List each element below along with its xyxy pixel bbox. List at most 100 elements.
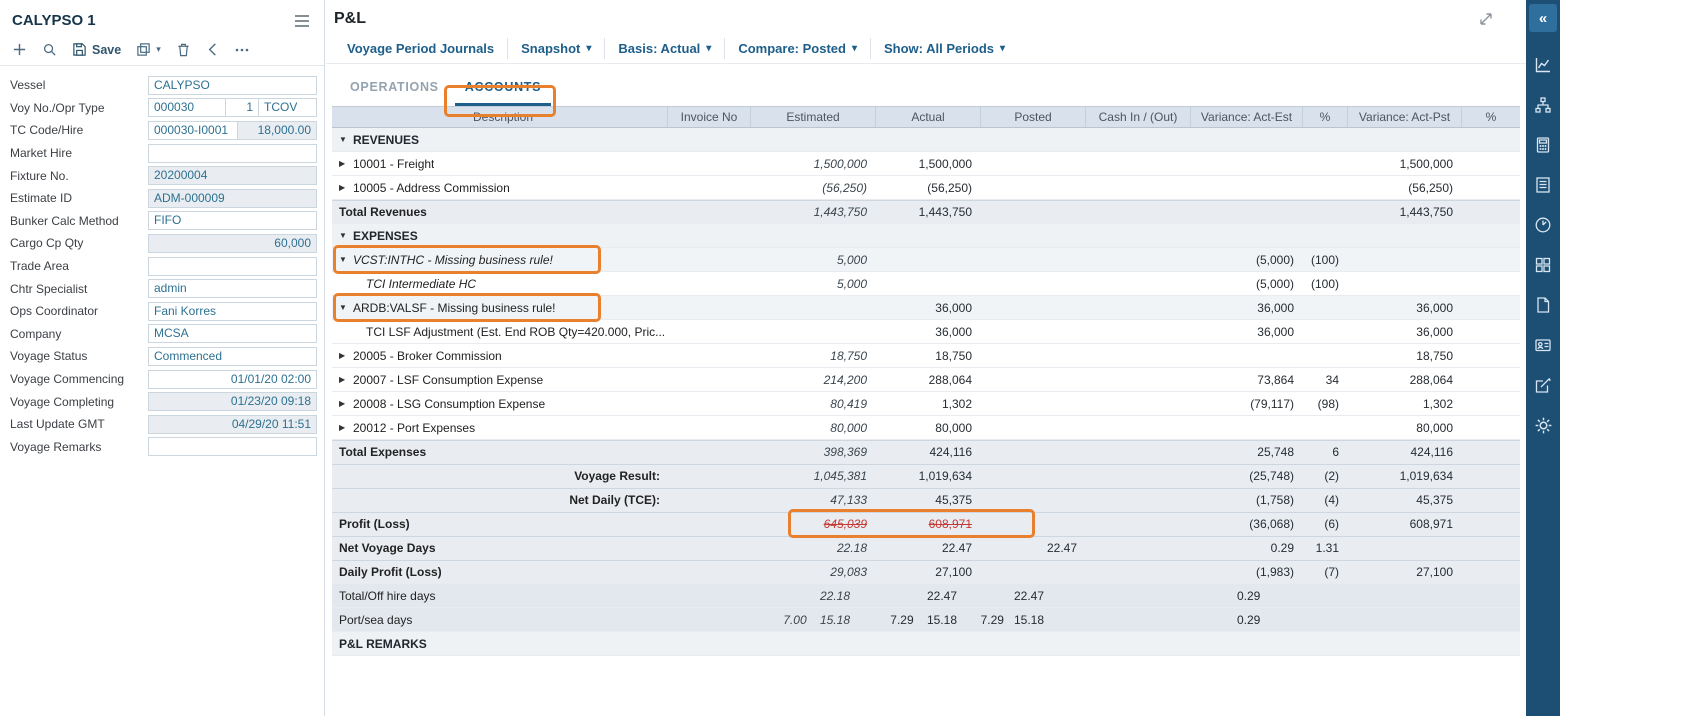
field-input-voyage-remarks[interactable] — [148, 437, 317, 456]
field-input-estimate-id[interactable]: ADM-000009 — [148, 189, 317, 208]
sidebar-compose-note-button[interactable] — [1530, 372, 1556, 398]
collapse-arrow-icon[interactable]: ▼ — [339, 303, 349, 312]
cell-pae — [1303, 344, 1348, 367]
field-input-vessel[interactable]: CALYPSO — [148, 76, 317, 95]
collapse-arrow-icon[interactable]: ▼ — [339, 255, 349, 264]
expand-arrow-icon[interactable]: ▶ — [339, 375, 349, 384]
sidebar-calculator-button[interactable] — [1530, 132, 1556, 158]
field-input-company[interactable]: MCSA — [148, 324, 317, 343]
cell-pap — [1462, 608, 1520, 631]
row-ardb-valsf-missing-business-rule[interactable]: ▼ARDB:VALSF - Missing business rule!36,0… — [332, 296, 1520, 320]
add-button[interactable] — [10, 40, 29, 59]
cell-est: 7.00 15.18 — [751, 608, 876, 631]
cell-post — [981, 201, 1086, 223]
field-input-tc-code-hire-2[interactable]: 18,000.00 — [237, 121, 317, 140]
toolbar-snapshot[interactable]: Snapshot▾ — [508, 38, 605, 59]
expand-arrow-icon[interactable]: ▶ — [339, 423, 349, 432]
field-input-chtr-specialist[interactable]: admin — [148, 279, 317, 298]
expand-arrow-icon[interactable]: ▶ — [339, 399, 349, 408]
field-input-voyage-completing[interactable]: 01/23/20 09:18 — [148, 392, 317, 411]
toolbar-compare-posted[interactable]: Compare: Posted▾ — [725, 38, 871, 59]
toolbar-voyage-period-journals[interactable]: Voyage Period Journals — [334, 38, 508, 59]
field-input-voyage-status[interactable]: Commenced — [148, 347, 317, 366]
more-button[interactable] — [232, 45, 252, 55]
cell-inv — [668, 513, 751, 535]
popout-button[interactable] — [1472, 10, 1500, 28]
field-input-voyage-commencing[interactable]: 01/01/20 02:00 — [148, 370, 317, 389]
sidebar-hierarchy-button[interactable] — [1530, 92, 1556, 118]
cell-pae: (6) — [1303, 513, 1348, 535]
sidebar-settings-gear-button[interactable] — [1530, 412, 1556, 438]
cell-vap — [1348, 632, 1462, 655]
search-button[interactable] — [40, 40, 59, 59]
sidebar-journals-list-button[interactable] — [1530, 172, 1556, 198]
sidebar-document-button[interactable] — [1530, 292, 1556, 318]
collapse-arrow-icon[interactable]: ▼ — [339, 135, 349, 144]
field-input-voy-no-opr-type-3[interactable]: TCOV — [258, 98, 317, 117]
cell-description: Net Daily (TCE): — [332, 489, 668, 511]
copy-button[interactable]: ▾ — [134, 40, 163, 59]
field-input-bunker-calc-method[interactable]: FIFO — [148, 211, 317, 230]
row-10001-freight[interactable]: ▶10001 - Freight1,500,0001,500,0001,500,… — [332, 152, 1520, 176]
back-button[interactable] — [204, 40, 221, 59]
field-input-last-update-gmt[interactable]: 04/29/20 11:51 — [148, 415, 317, 434]
cell-est: 5,000 — [751, 272, 876, 295]
cell-vae — [1191, 128, 1303, 151]
row-10005-address-commission[interactable]: ▶10005 - Address Commission(56,250)(56,2… — [332, 176, 1520, 200]
field-input-market-hire[interactable] — [148, 144, 317, 163]
sidebar-contact-card-button[interactable] — [1530, 332, 1556, 358]
field-input-cargo-cp-qty[interactable]: 60,000 — [148, 234, 317, 253]
expand-arrow-icon[interactable]: ▶ — [339, 351, 349, 360]
row-profit-loss: Profit (Loss)645,039608,971(36,068)(6)60… — [332, 512, 1520, 536]
row-tci-lsf-adjustment-est-end-rob-qty-420-000-pric[interactable]: TCI LSF Adjustment (Est. End ROB Qty=420… — [332, 320, 1520, 344]
cell-post — [981, 224, 1086, 247]
cell-description: Daily Profit (Loss) — [332, 561, 668, 583]
expand-arrow-icon[interactable]: ▶ — [339, 183, 349, 192]
gauge-icon — [1534, 216, 1552, 234]
field-row-cargo-cp-qty: Cargo Cp Qty60,000 — [10, 232, 317, 255]
field-input-trade-area[interactable] — [148, 257, 317, 276]
plus-icon — [12, 42, 27, 57]
journals-list-icon — [1534, 176, 1552, 194]
toolbar-show-all-periods[interactable]: Show: All Periods▾ — [871, 38, 1018, 59]
cell-est: 1,045,381 — [751, 465, 876, 487]
field-label-cargo-cp-qty: Cargo Cp Qty — [10, 236, 148, 250]
row-tci-intermediate-hc[interactable]: TCI Intermediate HC5,000(5,000)(100) — [332, 272, 1520, 296]
collapse-arrow-icon[interactable]: ▼ — [339, 231, 349, 240]
delete-button[interactable] — [174, 40, 193, 59]
sidebar-modules-grid-button[interactable] — [1530, 252, 1556, 278]
cell-inv — [668, 368, 751, 391]
field-input-voy-no-opr-type-2[interactable]: 1 — [225, 98, 259, 117]
expand-arrow-icon[interactable]: ▶ — [339, 159, 349, 168]
field-cells: Fani Korres — [148, 302, 317, 321]
row-20005-broker-commission[interactable]: ▶20005 - Broker Commission18,75018,75018… — [332, 344, 1520, 368]
field-input-fixture-no[interactable]: 20200004 — [148, 166, 317, 185]
row-vcst-inthc-missing-business-rule[interactable]: ▼VCST:INTHC - Missing business rule!5,00… — [332, 248, 1520, 272]
field-row-vessel: VesselCALYPSO — [10, 74, 317, 97]
toolbar-basis-actual[interactable]: Basis: Actual▾ — [605, 38, 725, 59]
field-label-voyage-completing: Voyage Completing — [10, 395, 148, 409]
menu-button[interactable] — [292, 12, 312, 30]
field-input-ops-coordinator[interactable]: Fani Korres — [148, 302, 317, 321]
field-input-voy-no-opr-type-1[interactable]: 000030 — [148, 98, 226, 117]
sidebar-gauge-button[interactable] — [1530, 212, 1556, 238]
row-20008-lsg-consumption-expense[interactable]: ▶20008 - LSG Consumption Expense80,4191,… — [332, 392, 1520, 416]
save-button[interactable]: Save — [70, 40, 123, 59]
sidebar-collapse-panel-button[interactable]: « — [1529, 4, 1557, 32]
voyage-title: CALYPSO 1 — [12, 12, 96, 29]
field-cells — [148, 144, 317, 163]
cell-inv — [668, 489, 751, 511]
chevron-left-icon — [206, 42, 219, 57]
cell-post — [981, 272, 1086, 295]
col-header-est: Estimated — [751, 107, 876, 127]
cell-cash — [1086, 392, 1191, 415]
col-header-pap: % — [1462, 107, 1520, 127]
row-label: Total Revenues — [339, 205, 427, 219]
sidebar-pnl-chart-button[interactable] — [1530, 52, 1556, 78]
tab-operations[interactable]: OPERATIONS — [340, 73, 449, 106]
save-label: Save — [92, 43, 121, 57]
field-input-tc-code-hire-1[interactable]: 000030-I0001 — [148, 121, 238, 140]
row-20007-lsf-consumption-expense[interactable]: ▶20007 - LSF Consumption Expense214,2002… — [332, 368, 1520, 392]
row-20012-port-expenses[interactable]: ▶20012 - Port Expenses80,00080,00080,000 — [332, 416, 1520, 440]
tab-accounts[interactable]: ACCOUNTS — [455, 73, 551, 106]
